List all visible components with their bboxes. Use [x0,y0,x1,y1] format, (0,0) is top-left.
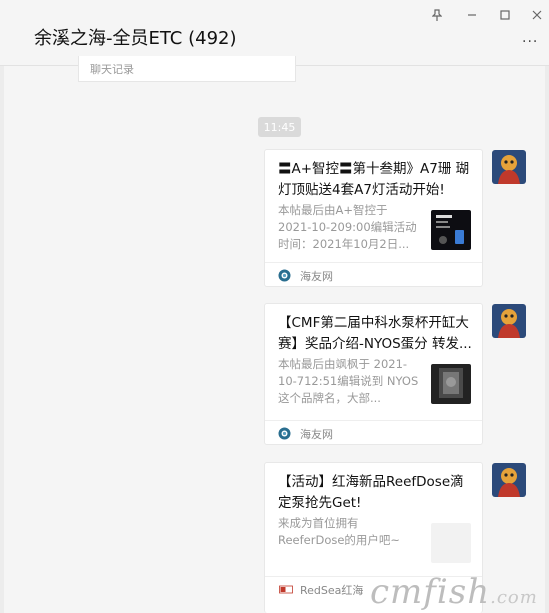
source-logo-icon [278,427,291,440]
close-icon[interactable] [528,6,546,24]
link-card-thumbnail [431,364,471,404]
minimize-icon[interactable] [463,6,481,24]
avatar[interactable] [492,150,526,184]
link-card-source: RedSea红海 [300,584,364,597]
source-logo-icon [278,269,291,282]
chat-record-label: 聊天记录 [90,63,134,76]
link-card-description: 来成为首位拥有 ReeferDose的用户吧~ [278,516,401,547]
maximize-icon[interactable] [496,6,514,24]
avatar[interactable] [492,304,526,338]
link-card-title: 【活动】红海新品ReefDose滴定泵抢先Get! [278,474,464,511]
pin-icon[interactable] [428,6,446,24]
link-card-thumbnail [431,523,471,563]
left-edge [0,66,4,613]
link-card-title: 〓A+智控〓第十叁期》A7珊 瑚灯顶贴送4套A7灯活动开始! [278,161,470,198]
link-card-footer: 海友网 [265,262,482,287]
link-card-source: 海友网 [300,428,333,441]
link-card-thumbnail [431,210,471,250]
link-card-title: 【CMF第二届中科水泵杯开缸大赛】奖品介绍-NYOS蛋分 转发... [278,315,472,352]
timestamp-badge: 11:45 [258,117,301,137]
link-card-description: 本帖最后由飒枫于 2021-10-712:51编辑说到 NYOS这个品牌名，大部… [278,357,419,405]
source-logo-icon [279,585,293,594]
link-card-footer: 海友网 [265,420,482,445]
chat-title: 余溪之海-全员ETC (492) [34,28,237,49]
scrollbar[interactable] [545,66,549,613]
more-options-button[interactable]: ··· [522,34,538,50]
link-card-description: 本帖最后由A+智控于 2021-10-209:00编辑活动 时间：2021年10… [278,203,417,251]
chat-record-card[interactable]: 聊天记录 [78,56,296,82]
link-card-source: 海友网 [300,270,333,283]
link-card[interactable]: 【CMF第二届中科水泵杯开缸大赛】奖品介绍-NYOS蛋分 转发... 本帖最后由… [264,303,483,445]
avatar[interactable] [492,463,526,497]
link-card[interactable]: 〓A+智控〓第十叁期》A7珊 瑚灯顶贴送4套A7灯活动开始! 本帖最后由A+智控… [264,149,483,287]
watermark: cmfish.com [370,572,538,612]
